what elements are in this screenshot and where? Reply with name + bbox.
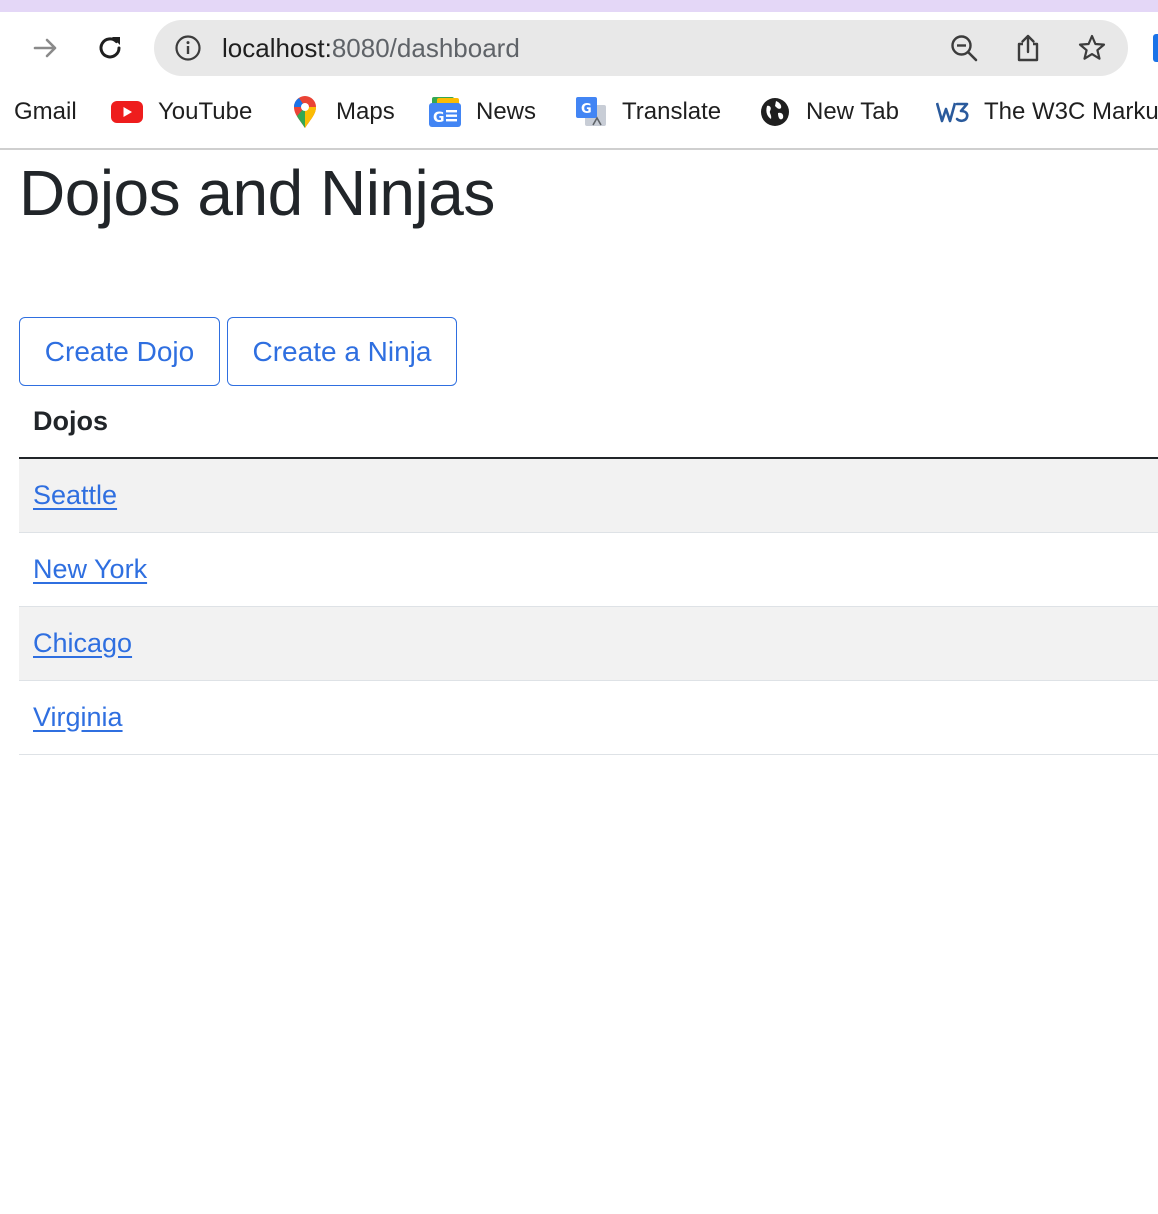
arrow-right-icon [33, 38, 57, 58]
table-cell: Chicago [19, 606, 1158, 681]
page-content: Dojos and Ninjas Create Dojo Create a Ni… [0, 150, 1158, 1214]
dojos-table: Dojos Seattle New York Chicago Virginia [19, 386, 1158, 755]
bookmark-maps[interactable]: Maps [288, 92, 395, 132]
dojo-link-chicago[interactable]: Chicago [33, 628, 132, 658]
bookmark-label: News [476, 98, 537, 125]
table-row: New York [19, 532, 1158, 607]
bookmark-label: The W3C Marku [984, 98, 1158, 125]
youtube-icon [110, 95, 144, 129]
bookmark-youtube[interactable]: YouTube [110, 92, 252, 132]
bookmark-label: Gmail [14, 98, 77, 125]
address-bar[interactable]: localhost:8080/dashboard [154, 20, 1128, 76]
svg-text:G: G [581, 102, 592, 117]
url-path: 8080/dashboard [331, 33, 520, 63]
bookmark-label: Translate [622, 98, 722, 125]
dojo-link-seattle[interactable]: Seattle [33, 480, 117, 510]
bookmark-news[interactable]: G News [428, 92, 536, 132]
svg-text:G: G [433, 110, 445, 126]
bookmark-label: New Tab [806, 98, 899, 125]
dojo-link-virginia[interactable]: Virginia [33, 702, 123, 732]
url-host: localhost: [222, 33, 332, 63]
table-cell: Seattle [19, 458, 1158, 533]
table-row: Seattle [19, 458, 1158, 533]
news-icon: G [428, 95, 462, 129]
translate-icon: G [574, 95, 608, 129]
table-cell: New York [19, 532, 1158, 607]
bookmark-star-icon[interactable] [1076, 32, 1108, 64]
globe-icon [758, 95, 792, 129]
bookmark-label: Maps [336, 98, 395, 125]
w3c-icon [936, 95, 970, 129]
zoom-out-icon[interactable] [948, 32, 980, 64]
create-dojo-button[interactable]: Create Dojo [19, 317, 220, 386]
table-row: Chicago [19, 606, 1158, 681]
reload-button[interactable] [90, 28, 130, 68]
maps-icon [288, 95, 322, 129]
browser-toolbar: localhost:8080/dashboard [0, 12, 1158, 82]
url-text[interactable]: localhost:8080/dashboard [222, 20, 520, 76]
bookmarks-bar: Gmail YouTube Maps G News G Translate Ne… [0, 82, 1158, 148]
reload-icon [99, 37, 121, 59]
page-title: Dojos and Ninjas [19, 157, 495, 229]
table-row: Virginia [19, 680, 1158, 755]
window-top-strip [0, 0, 1158, 12]
bookmark-translate[interactable]: G Translate [574, 92, 721, 132]
table-cell: Virginia [19, 680, 1158, 755]
create-ninja-button[interactable]: Create a Ninja [227, 317, 457, 386]
forward-button[interactable] [26, 28, 66, 68]
bookmark-gmail[interactable]: Gmail [14, 92, 77, 132]
table-header-row: Dojos [19, 386, 1158, 459]
bookmark-w3c[interactable]: The W3C Marku [936, 92, 1158, 132]
bookmark-label: YouTube [158, 98, 253, 125]
dojos-column-header: Dojos [19, 386, 1158, 459]
bookmark-new-tab[interactable]: New Tab [758, 92, 899, 132]
share-icon[interactable] [1012, 32, 1044, 64]
extension-icon[interactable] [1153, 34, 1158, 62]
dojo-link-new-york[interactable]: New York [33, 554, 147, 584]
site-info-icon[interactable] [174, 34, 202, 62]
